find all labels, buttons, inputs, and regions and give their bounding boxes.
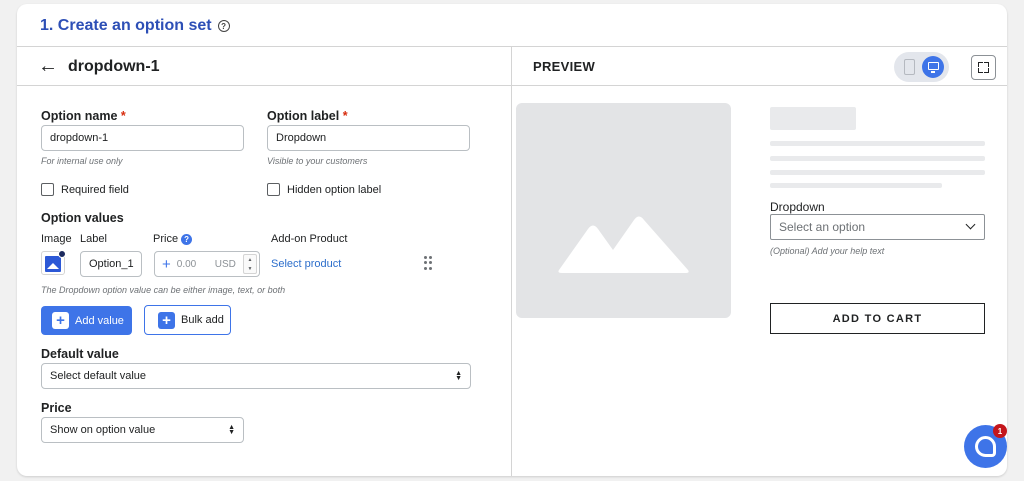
required-field-row[interactable]: Required field: [41, 183, 129, 196]
step-title-text: 1. Create an option set: [40, 17, 212, 34]
editor-title: dropdown-1: [68, 58, 160, 75]
hidden-label-text: Hidden option label: [287, 183, 382, 196]
preview-title: PREVIEW: [533, 59, 596, 74]
step-title: 1. Create an option set ?: [40, 17, 230, 35]
panel-divider: [511, 46, 512, 476]
title-placeholder: [770, 107, 856, 130]
plus-icon: +: [52, 312, 69, 329]
option-name-input[interactable]: dropdown-1: [41, 125, 244, 151]
col-price: Price?: [153, 233, 193, 245]
stepper-down-icon[interactable]: ▼: [248, 266, 253, 272]
option-value-label-input[interactable]: Option_1: [80, 251, 142, 277]
bulk-add-button[interactable]: + Bulk add: [144, 305, 231, 335]
default-value-selected: Select default value: [50, 370, 147, 382]
back-arrow-icon[interactable]: ←: [38, 55, 58, 78]
hidden-label-checkbox[interactable]: [267, 183, 280, 196]
add-to-cart-button[interactable]: ADD TO CART: [770, 303, 985, 334]
text-placeholder: [770, 156, 985, 161]
col-price-text: Price: [153, 233, 179, 245]
default-value-select[interactable]: Select default value ▲ ▼: [41, 363, 471, 389]
option-name-label: Option name *: [41, 109, 126, 123]
updown-icon: ▲ ▼: [228, 424, 235, 436]
option-label-label-text: Option label: [267, 109, 340, 123]
add-value-button[interactable]: + Add value: [41, 306, 132, 335]
preview-select[interactable]: Select an option: [770, 214, 985, 240]
chat-badge: 1: [993, 424, 1007, 438]
fullscreen-icon[interactable]: [971, 55, 996, 80]
stepper-up-icon[interactable]: ▲: [248, 257, 253, 263]
updown-icon: ▲ ▼: [455, 370, 462, 382]
option-values-hint: The Dropdown option value can be either …: [41, 285, 286, 295]
price-input[interactable]: + 0.00 USD ▲ ▼: [154, 251, 260, 277]
required-field-label: Required field: [61, 183, 129, 196]
option-label-input[interactable]: Dropdown: [267, 125, 470, 151]
plus-icon: +: [162, 255, 171, 273]
currency-label: USD: [214, 258, 236, 270]
required-marker: *: [342, 109, 348, 123]
preview-option-label: Dropdown: [770, 200, 825, 214]
option-name-hint: For internal use only: [41, 156, 123, 166]
price-display-select[interactable]: Show on option value ▲ ▼: [41, 417, 244, 443]
price-stepper[interactable]: ▲ ▼: [243, 254, 257, 274]
add-value-label: Add value: [75, 314, 124, 327]
select-product-link[interactable]: Select product: [271, 258, 341, 270]
required-marker: *: [120, 109, 126, 123]
chevron-down-icon: [965, 219, 976, 229]
option-label-hint: Visible to your customers: [267, 156, 368, 166]
required-field-checkbox[interactable]: [41, 183, 54, 196]
price-placeholder: 0.00: [176, 258, 197, 270]
option-set-card: 1. Create an option set ? ← dropdown-1 P…: [17, 4, 1007, 476]
divider: [17, 85, 1007, 86]
option-name-label-text: Option name: [41, 109, 118, 123]
image-placeholder-icon: [516, 103, 731, 318]
plus-icon: +: [158, 311, 175, 329]
image-icon[interactable]: [41, 250, 66, 275]
option-values-title: Option values: [41, 211, 124, 225]
price-display-selected: Show on option value: [50, 424, 156, 436]
device-toggle: [894, 52, 949, 82]
preview-help-text: (Optional) Add your help text: [770, 246, 885, 256]
drag-handle-icon[interactable]: [424, 256, 432, 270]
text-placeholder: [770, 183, 942, 188]
text-placeholder: [770, 170, 985, 175]
option-label-label: Option label *: [267, 109, 348, 123]
col-addon: Add-on Product: [271, 233, 348, 245]
default-value-label: Default value: [41, 347, 119, 361]
question-circle-icon[interactable]: ?: [217, 20, 230, 32]
col-label: Label: [80, 233, 107, 245]
chat-icon: [975, 436, 996, 457]
text-placeholder: [770, 141, 985, 146]
price-display-label: Price: [41, 401, 72, 415]
mobile-icon[interactable]: [904, 59, 915, 75]
preview-select-placeholder: Select an option: [779, 220, 866, 234]
hidden-label-row[interactable]: Hidden option label: [267, 183, 381, 196]
divider: [17, 46, 1007, 47]
bulk-add-label: Bulk add: [181, 314, 224, 326]
desktop-icon[interactable]: [922, 56, 944, 78]
col-image: Image: [41, 233, 72, 245]
question-circle-icon[interactable]: ?: [181, 233, 193, 245]
